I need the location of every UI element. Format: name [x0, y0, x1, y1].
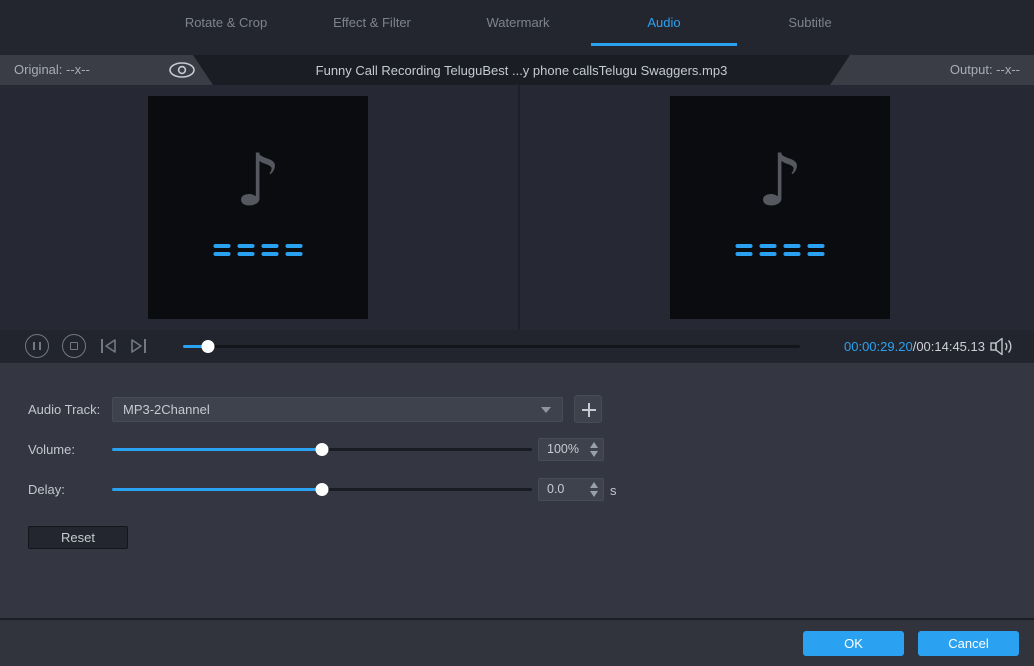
delay-spinner[interactable]: 0.0	[538, 478, 604, 501]
music-note-icon: ♪	[235, 138, 281, 222]
player-bar: 00:00:29.20/00:14:45.13	[0, 330, 1034, 363]
footer-bar: OK Cancel	[0, 618, 1034, 666]
pause-icon	[33, 342, 41, 350]
delay-slider[interactable]	[112, 483, 532, 496]
volume-handle[interactable]	[315, 443, 329, 456]
audio-track-select[interactable]: MP3-2Channel	[112, 397, 563, 422]
volume-value: 100%	[547, 442, 579, 456]
cancel-button[interactable]: Cancel	[918, 631, 1019, 656]
file-info-strip: Funny Call Recording TeluguBest ...y pho…	[0, 55, 1034, 85]
audio-track-label: Audio Track:	[28, 402, 101, 417]
plus-icon	[588, 403, 590, 417]
seek-slider[interactable]	[183, 340, 800, 353]
add-audio-track-button[interactable]	[574, 395, 602, 423]
skip-next-button[interactable]	[128, 338, 148, 354]
total-time: 00:14:45.13	[916, 339, 985, 354]
spin-up-icon[interactable]	[590, 482, 598, 488]
music-note-icon: ♪	[757, 138, 803, 222]
volume-spinner[interactable]: 100%	[538, 438, 604, 461]
volume-label: Volume:	[28, 442, 75, 457]
reset-button[interactable]: Reset	[28, 526, 128, 549]
stop-icon	[70, 342, 78, 350]
delay-unit-label: s	[610, 483, 617, 498]
seek-handle[interactable]	[201, 340, 215, 353]
edit-tab-bar: Rotate & Crop Effect & Filter Watermark …	[0, 0, 1034, 55]
eye-icon[interactable]	[167, 60, 197, 80]
tab-watermark[interactable]: Watermark	[445, 0, 591, 46]
original-preview: ♪	[148, 96, 368, 319]
speaker-icon[interactable]	[990, 337, 1014, 356]
spin-down-icon[interactable]	[590, 451, 598, 457]
equalizer-bars-icon	[735, 244, 825, 256]
filename-text: Funny Call Recording TeluguBest ...y pho…	[315, 62, 728, 78]
skip-previous-button[interactable]	[99, 338, 119, 354]
delay-value: 0.0	[547, 482, 565, 496]
tab-subtitle[interactable]: Subtitle	[737, 0, 883, 46]
audio-settings-panel: Audio Track: MP3-2Channel Volume: 100% D…	[0, 363, 1034, 618]
filename-band: Funny Call Recording TeluguBest ...y pho…	[193, 55, 850, 85]
volume-slider[interactable]	[112, 443, 532, 456]
preview-area: ♪ ♪	[0, 85, 1034, 330]
current-time: 00:00:29.20	[844, 339, 913, 354]
tab-rotate-crop[interactable]: Rotate & Crop	[153, 0, 299, 46]
time-display: 00:00:29.20/00:14:45.13	[844, 330, 985, 363]
output-preview: ♪	[670, 96, 890, 319]
delay-spinner-arrows[interactable]	[590, 482, 598, 497]
delay-label: Delay:	[28, 482, 65, 497]
ok-button[interactable]: OK	[803, 631, 904, 656]
pane-divider	[518, 85, 520, 330]
output-resolution-label: Output: --x--	[949, 62, 1020, 77]
stop-button[interactable]	[62, 334, 86, 358]
volume-fill	[112, 448, 322, 451]
chevron-down-icon	[541, 407, 551, 413]
equalizer-bars-icon	[213, 244, 303, 256]
tab-list: Rotate & Crop Effect & Filter Watermark …	[153, 0, 883, 47]
delay-handle[interactable]	[315, 483, 329, 496]
tab-effect-filter[interactable]: Effect & Filter	[299, 0, 445, 46]
tab-audio[interactable]: Audio	[591, 0, 737, 46]
audio-track-value: MP3-2Channel	[123, 402, 210, 417]
delay-fill	[112, 488, 322, 491]
spin-up-icon[interactable]	[590, 442, 598, 448]
spin-down-icon[interactable]	[590, 491, 598, 497]
volume-spinner-arrows[interactable]	[590, 442, 598, 457]
original-resolution-label: Original: --x--	[14, 62, 90, 77]
pause-button[interactable]	[25, 334, 49, 358]
